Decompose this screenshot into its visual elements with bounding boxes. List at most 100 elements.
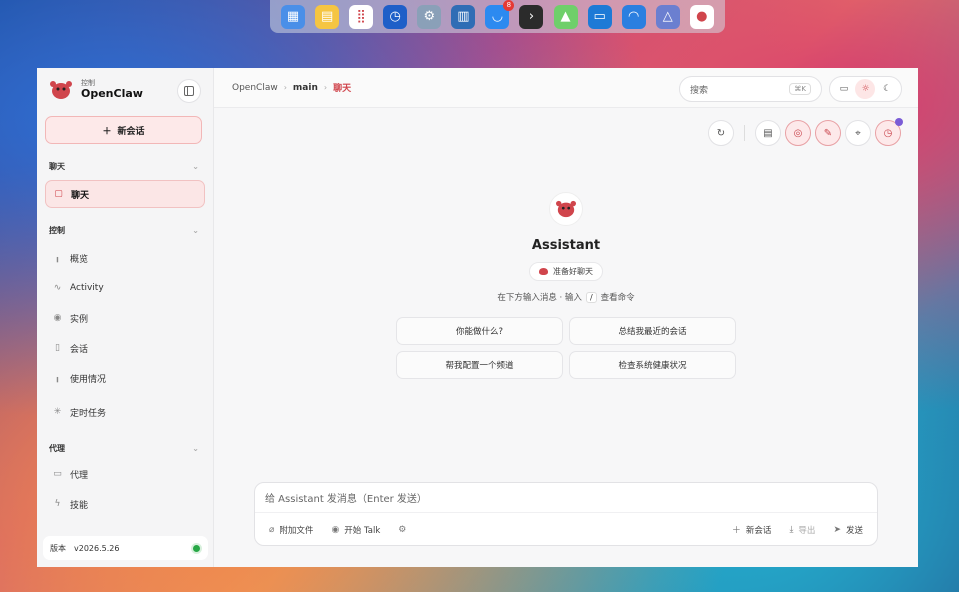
- history-button[interactable]: ▤: [755, 120, 781, 146]
- settings-icon-glyph: ⚙: [423, 9, 436, 24]
- android-icon-glyph: ▲: [560, 9, 571, 24]
- topbar: OpenClaw › main › 聊天 搜索 ⌘K ▭ ☼ ☾: [214, 68, 918, 108]
- notification-badge: 8: [503, 0, 515, 11]
- sidebar-item[interactable]: ∿ Activity: [45, 274, 205, 302]
- section-agent-title: 代理: [49, 443, 65, 453]
- section-chat-header[interactable]: 聊天 ⌄: [45, 158, 205, 174]
- sidebar-item-label: 使用情况: [70, 374, 107, 385]
- new-session-button[interactable]: ＋ 新会话: [732, 523, 772, 537]
- launchpad-icon[interactable]: ⣿: [349, 4, 374, 29]
- breadcrumb-root[interactable]: OpenClaw: [232, 83, 278, 93]
- suggestion-button[interactable]: 帮我配置一个频道: [396, 351, 563, 379]
- message-input[interactable]: 给 Assistant 发消息（Enter 发送）: [255, 483, 877, 513]
- sidebar-item-label: Activity: [70, 283, 104, 293]
- suggestion-button[interactable]: 总结我最近的会话: [569, 317, 736, 345]
- section-control-header[interactable]: 控制 ⌄: [45, 222, 205, 238]
- download-icon: ⤓: [789, 524, 794, 535]
- terminal-icon[interactable]: ›: [519, 4, 544, 29]
- brand-name: OpenClaw: [81, 86, 143, 100]
- chevron-down-icon: ⌄: [192, 225, 199, 235]
- export-label: 导出: [798, 525, 816, 536]
- assistant-avatar: [549, 192, 583, 226]
- database-icon[interactable]: ▥: [451, 4, 476, 29]
- sidebar-item-label: 概览: [70, 254, 89, 265]
- notification-badge: [895, 118, 903, 126]
- cron-button[interactable]: ◷: [875, 118, 903, 146]
- openclaw-icon[interactable]: ●: [689, 4, 714, 29]
- dark-theme-button[interactable]: ☾: [877, 79, 897, 99]
- search-input[interactable]: 搜索 ⌘K: [679, 76, 822, 102]
- sidebar-item[interactable]: ✳ 定时任务: [45, 398, 205, 426]
- breadcrumb-agent[interactable]: main: [293, 83, 318, 93]
- prism-icon-glyph: △: [662, 9, 673, 24]
- sidebar-toggle-icon: [184, 86, 194, 96]
- notes-icon[interactable]: ▤: [315, 4, 340, 29]
- clock-icon[interactable]: ◷: [383, 4, 408, 29]
- start-talk-button[interactable]: ◉ 开始 Talk: [331, 524, 380, 536]
- launchpad-icon-glyph: ⣿: [356, 9, 366, 24]
- export-button[interactable]: ⤓ 导出: [789, 524, 815, 536]
- sidebar-item[interactable]: ◉ 实例: [45, 304, 205, 332]
- activity-icon: ∿: [53, 283, 62, 293]
- bar-chart-icon: ╻: [54, 253, 61, 263]
- wrench-icon: ✎: [823, 127, 833, 139]
- light-theme-button[interactable]: ☼: [855, 79, 876, 99]
- openclaw-logo-icon: [47, 76, 75, 104]
- scan-button[interactable]: ⌖: [845, 120, 871, 146]
- chevron-down-icon: ⌄: [192, 443, 199, 453]
- refresh-icon: ↻: [716, 127, 726, 139]
- welcome-hero: Assistant 准备好聊天 在下方输入消息 · 输入 / 查看命令 你能做什…: [214, 192, 918, 379]
- attach-file-button[interactable]: ⌀ 附加文件: [269, 524, 313, 536]
- composer-settings-button[interactable]: ⚙: [398, 525, 406, 535]
- sidebar-item-label: 聊天: [71, 190, 90, 201]
- section-agent-header[interactable]: 代理 ⌄: [45, 440, 205, 456]
- lightning-icon: ϟ: [54, 499, 61, 509]
- folder-icon: ▭: [53, 469, 62, 479]
- send-button[interactable]: ➤ 发送: [833, 524, 863, 536]
- window-manager-icon[interactable]: ▦: [281, 4, 306, 29]
- sidebar-item[interactable]: ϟ 技能: [45, 490, 205, 518]
- version-badge: 版本 v2026.5.26: [43, 536, 208, 560]
- sidebar-item[interactable]: ▯ 会话: [45, 334, 205, 362]
- clock-icon: ◷: [883, 127, 893, 139]
- prism-icon[interactable]: △: [655, 4, 680, 29]
- sidebar-item[interactable]: ▭ 代理: [45, 460, 205, 488]
- search-shortcut: ⌘K: [789, 83, 811, 95]
- message-composer: 给 Assistant 发消息（Enter 发送） ⌀ 附加文件 ◉ 开始 Ta…: [254, 482, 878, 546]
- sidebar-item[interactable]: ╻ 概览: [45, 244, 205, 272]
- search-placeholder: 搜索: [690, 85, 709, 96]
- settings-icon[interactable]: ⚙: [417, 4, 442, 29]
- suggestion-button[interactable]: 检查系统健康状况: [569, 351, 736, 379]
- dock: ▦ ▤ ⣿ ◷ ⚙ ▥ ◡ 8 › ▲ ▭ ◠ △ ●: [270, 0, 725, 33]
- loading-icon: ✳: [53, 407, 62, 417]
- refresh-button[interactable]: ↻: [708, 120, 734, 146]
- attach-label: 附加文件: [279, 525, 314, 536]
- system-theme-button[interactable]: ▭: [834, 79, 854, 99]
- sidebar-item-label: 技能: [70, 500, 89, 511]
- status-badge: 准备好聊天: [529, 262, 603, 281]
- sidebar-item[interactable]: ▢ 聊天: [45, 180, 205, 208]
- moon-icon: ☾: [883, 84, 892, 94]
- usage-chart-icon: ╻: [54, 373, 61, 383]
- tools-button[interactable]: ✎: [815, 120, 841, 146]
- focus-mode-button[interactable]: ◎: [785, 120, 811, 146]
- scan-icon: ⌖: [855, 127, 861, 139]
- clock-icon-glyph: ◷: [389, 9, 401, 24]
- app-store-icon[interactable]: ◡ 8: [485, 0, 515, 29]
- broadcast-icon: ◉: [331, 524, 340, 535]
- hint-key: /: [585, 291, 597, 303]
- chevron-down-icon: ⌄: [192, 161, 199, 171]
- composer-actions: ⌀ 附加文件 ◉ 开始 Talk ⚙ ＋ 新会话 ⤓ 导出 ➤ 发送: [255, 513, 877, 546]
- docker-icon[interactable]: ▭: [587, 4, 612, 29]
- scroll-icon: ▤: [763, 127, 773, 139]
- version-value: v2026.5.26: [74, 543, 120, 553]
- docker-icon-glyph: ▭: [593, 9, 606, 24]
- android-icon[interactable]: ▲: [553, 4, 578, 29]
- collapse-sidebar-button[interactable]: [177, 79, 201, 103]
- suggestion-button[interactable]: 你能做什么?: [396, 317, 563, 345]
- sidebar-item-label: 代理: [70, 470, 89, 481]
- new-chat-button[interactable]: ＋ 新会话: [45, 116, 202, 144]
- headset-icon[interactable]: ◠: [621, 4, 646, 29]
- sidebar-item[interactable]: ╻ 使用情况: [45, 364, 205, 392]
- paperclip-icon: ⌀: [269, 524, 275, 535]
